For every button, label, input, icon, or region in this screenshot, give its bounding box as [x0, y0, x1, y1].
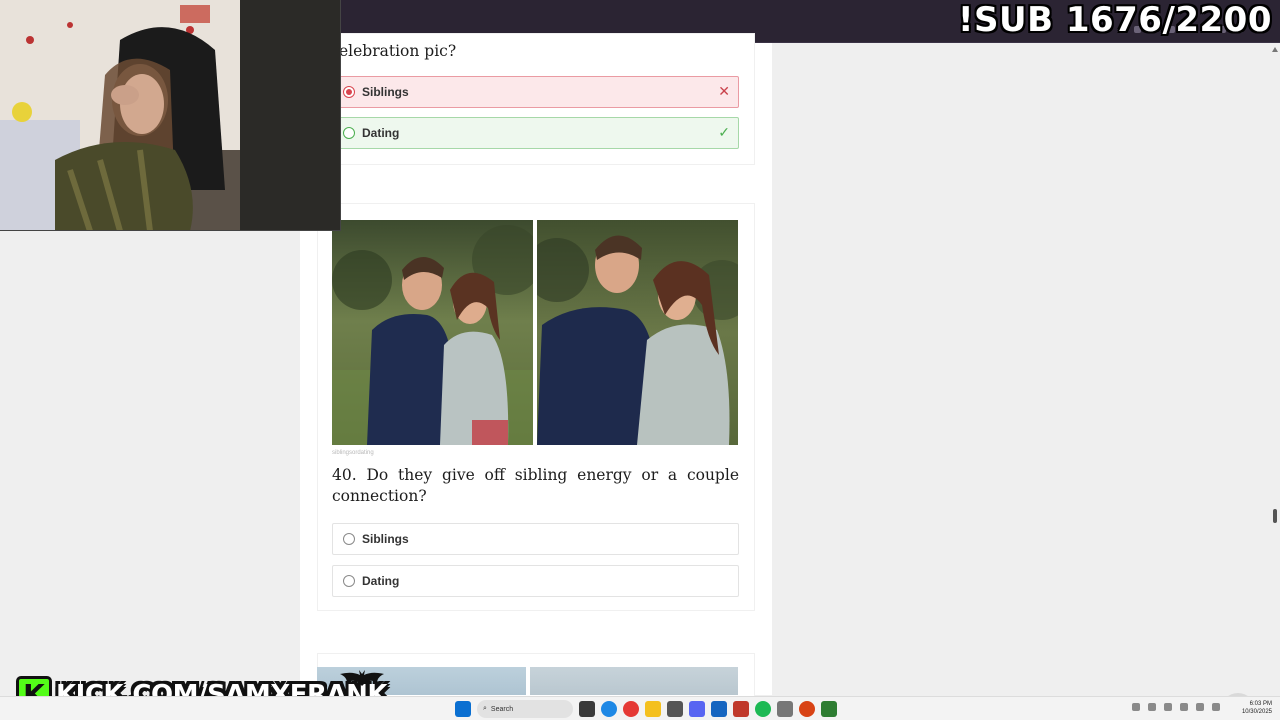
- settings-icon[interactable]: [777, 701, 793, 717]
- sync-icon[interactable]: [1148, 703, 1156, 711]
- display-icon[interactable]: [1196, 703, 1204, 711]
- scroll-up-arrow-icon[interactable]: [1272, 47, 1278, 52]
- discord-icon[interactable]: [689, 701, 705, 717]
- option-dating[interactable]: Dating: [332, 565, 739, 597]
- task-view-icon[interactable]: [579, 701, 595, 717]
- edge-icon[interactable]: [601, 701, 617, 717]
- scrollbar-thumb[interactable]: [1273, 509, 1277, 523]
- screen: elebration pic? Siblings ✕ Dating ✓ sibl…: [0, 0, 1280, 720]
- option-siblings[interactable]: Siblings: [332, 523, 739, 555]
- network-icon[interactable]: [1164, 703, 1172, 711]
- spotify-icon[interactable]: [755, 701, 771, 717]
- clock-date: 10/30/2025: [1241, 709, 1272, 715]
- image-credit: siblingsordating: [332, 450, 374, 456]
- start-menu-icon[interactable]: [455, 701, 471, 717]
- check-icon: ✓: [718, 124, 730, 140]
- browser-icon[interactable]: [799, 701, 815, 717]
- question-title: 40. Do they give off sibling energy or a…: [332, 466, 739, 505]
- tray-chevron-icon[interactable]: [1132, 703, 1140, 711]
- obs-icon[interactable]: [733, 701, 749, 717]
- radio-icon[interactable]: [343, 575, 355, 587]
- chat-app-icon[interactable]: [821, 701, 837, 717]
- previous-option-siblings[interactable]: Siblings ✕: [332, 76, 739, 108]
- option-label: Dating: [362, 574, 400, 588]
- radio-icon[interactable]: [343, 533, 355, 545]
- search-icon: ⌕: [483, 705, 487, 712]
- clock-time: 6:03 PM: [1249, 701, 1272, 707]
- mic-icon[interactable]: [1180, 703, 1188, 711]
- webcam-feed: [0, 0, 341, 231]
- taskbar-search[interactable]: ⌕ Search: [477, 700, 573, 718]
- previous-option-dating[interactable]: Dating ✓: [332, 117, 739, 149]
- app-icon[interactable]: [711, 701, 727, 717]
- taskbar-clock[interactable]: 6:03 PM 10/30/2025: [1242, 700, 1272, 716]
- close-icon: ✕: [718, 83, 730, 99]
- next-photo-right: [529, 667, 738, 695]
- couple-photo-right: [537, 220, 738, 445]
- option-label: Siblings: [362, 85, 409, 99]
- windows-taskbar: ⌕ Search 6:03 PM 10/30/2025: [0, 696, 1280, 720]
- question-photos: [332, 220, 739, 445]
- bat-icon: [340, 670, 384, 686]
- volume-icon[interactable]: [1212, 703, 1220, 711]
- radio-selected-icon: [343, 86, 355, 98]
- previous-question-title: elebration pic?: [339, 42, 457, 60]
- taskbar-apps: ⌕ Search: [455, 700, 837, 718]
- option-label: Dating: [362, 126, 400, 140]
- quiz-content-column: elebration pic? Siblings ✕ Dating ✓ sibl…: [300, 33, 772, 713]
- sub-goal-counter: !SUB 1676/2200: [957, 0, 1272, 40]
- search-placeholder: Search: [490, 705, 514, 713]
- couple-photo-left: [332, 220, 533, 445]
- radio-icon: [343, 127, 355, 139]
- store-icon[interactable]: [667, 701, 683, 717]
- chrome-icon[interactable]: [623, 701, 639, 717]
- system-tray: [1132, 703, 1220, 711]
- file-explorer-icon[interactable]: [645, 701, 661, 717]
- page-scrollbar[interactable]: [1270, 43, 1280, 695]
- option-label: Siblings: [362, 532, 409, 546]
